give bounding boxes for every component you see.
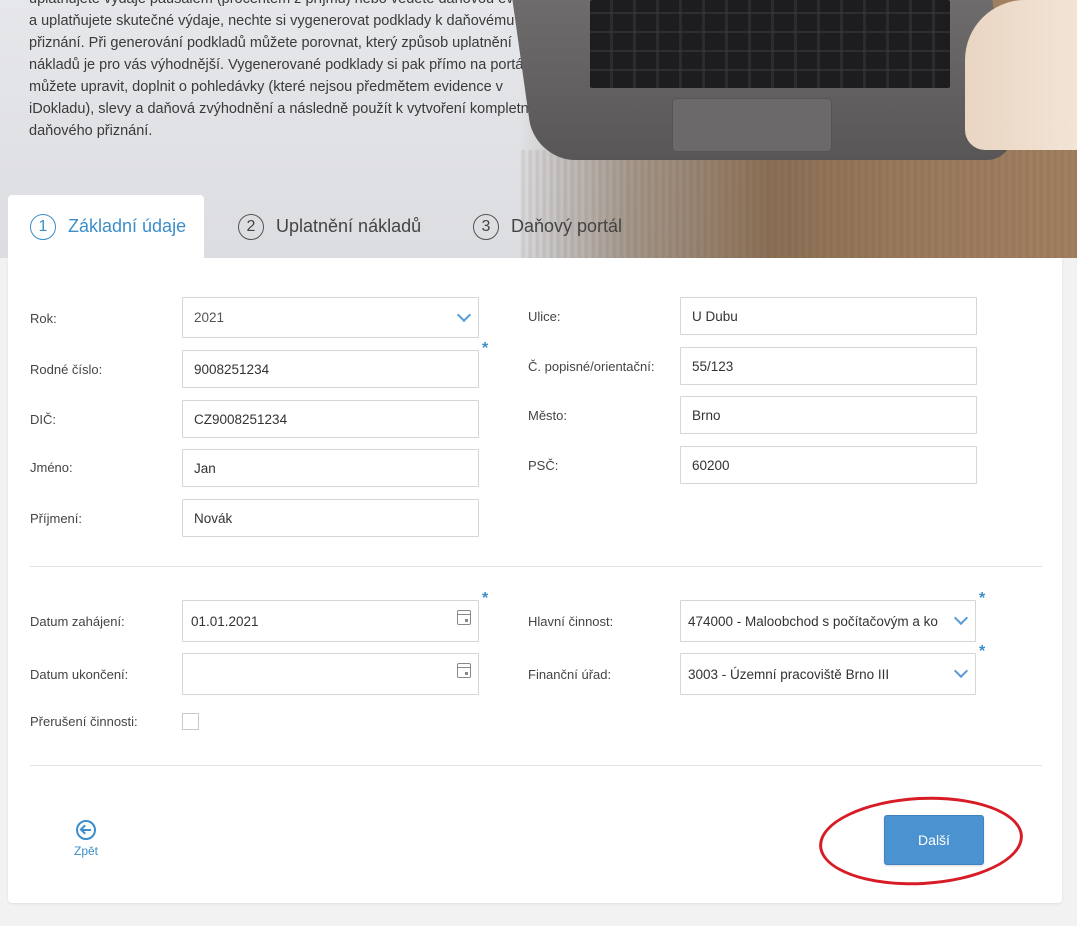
street-value: U Dubu bbox=[692, 308, 738, 324]
street-input[interactable]: U Dubu bbox=[680, 297, 977, 335]
required-mark: * bbox=[979, 590, 986, 607]
city-label: Město: bbox=[528, 408, 568, 423]
required-mark: * bbox=[979, 643, 986, 660]
first-name-value: Jan bbox=[194, 460, 216, 476]
laptop-touchpad bbox=[672, 98, 832, 152]
tab-label: Uplatnění nákladů bbox=[276, 216, 422, 236]
zip-input[interactable]: 60200 bbox=[680, 446, 977, 484]
last-name-value: Novák bbox=[194, 510, 233, 526]
tab-label: Daňový portál bbox=[511, 216, 623, 236]
tax-office-value: 3003 - Územní pracoviště Brno III bbox=[688, 666, 890, 682]
section-divider bbox=[30, 566, 1042, 567]
intro-text: uplatňujete výdaje paušálem (procentem z… bbox=[29, 0, 551, 139]
step-number: 2 bbox=[238, 213, 264, 240]
zip-label: PSČ: bbox=[528, 458, 559, 473]
street-label: Ulice: bbox=[528, 309, 561, 324]
interruption-checkbox[interactable] bbox=[182, 713, 199, 730]
city-input[interactable]: Brno bbox=[680, 396, 977, 434]
hand-image bbox=[965, 0, 1077, 150]
tab-danovy-portal[interactable]: 3 Daňový portál bbox=[473, 195, 622, 258]
arrow-left-circle-icon bbox=[76, 820, 96, 840]
interruption-label: Přerušení činnosti: bbox=[30, 714, 138, 729]
main-activity-label: Hlavní činnost: bbox=[528, 614, 614, 629]
start-date-label: Datum zahájení: bbox=[30, 614, 125, 629]
tax-office-label: Finanční úřad: bbox=[528, 667, 612, 682]
birth-number-label: Rodné číslo: bbox=[30, 362, 103, 377]
tab-uplatneni-nakladu[interactable]: 2 Uplatnění nákladů bbox=[238, 195, 421, 258]
city-value: Brno bbox=[692, 407, 721, 423]
start-date-input[interactable]: 01.01.2021 bbox=[182, 600, 479, 642]
birth-number-value: 9008251234 bbox=[194, 361, 270, 377]
last-name-input[interactable]: Novák bbox=[182, 499, 479, 537]
chevron-down-icon bbox=[953, 663, 969, 679]
first-name-input[interactable]: Jan bbox=[182, 449, 479, 487]
end-date-input[interactable] bbox=[182, 653, 479, 695]
keyboard-rows bbox=[590, 0, 950, 88]
end-date-label: Datum ukončení: bbox=[30, 667, 129, 682]
house-number-label: Č. popisné/orientační: bbox=[528, 359, 655, 374]
required-mark: * bbox=[482, 590, 489, 607]
tax-office-select[interactable]: 3003 - Územní pracoviště Brno III bbox=[680, 653, 976, 695]
house-number-value: 55/123 bbox=[692, 358, 734, 374]
chevron-down-icon bbox=[953, 610, 969, 626]
zip-value: 60200 bbox=[692, 457, 730, 473]
main-activity-select[interactable]: 474000 - Maloobchod s počítačovým a ko bbox=[680, 600, 976, 642]
dic-input[interactable]: CZ9008251234 bbox=[182, 400, 479, 438]
step-number: 1 bbox=[30, 213, 56, 240]
tab-zakladni-udaje[interactable]: 1 Základní údaje bbox=[8, 195, 204, 258]
back-button[interactable]: Zpět bbox=[70, 820, 102, 858]
section-divider bbox=[30, 765, 1042, 766]
calendar-icon[interactable] bbox=[457, 663, 471, 678]
first-name-label: Jméno: bbox=[30, 460, 73, 475]
start-date-value: 01.01.2021 bbox=[191, 613, 259, 629]
calendar-icon[interactable] bbox=[457, 610, 471, 625]
back-label: Zpět bbox=[73, 844, 98, 858]
dic-label: DIČ: bbox=[30, 412, 56, 427]
year-value: 2021 bbox=[194, 310, 225, 325]
step-number: 3 bbox=[473, 213, 499, 240]
birth-number-input[interactable]: 9008251234 bbox=[182, 350, 479, 388]
required-mark: * bbox=[482, 340, 489, 357]
house-number-input[interactable]: 55/123 bbox=[680, 347, 977, 385]
tab-label: Základní údaje bbox=[68, 216, 187, 236]
dic-value: CZ9008251234 bbox=[194, 411, 288, 427]
chevron-down-icon bbox=[456, 307, 472, 323]
year-label: Rok: bbox=[30, 311, 57, 326]
last-name-label: Příjmení: bbox=[30, 511, 83, 526]
year-select[interactable]: 2021 bbox=[182, 297, 479, 338]
main-activity-value: 474000 - Maloobchod s počítačovým a ko bbox=[688, 613, 938, 629]
